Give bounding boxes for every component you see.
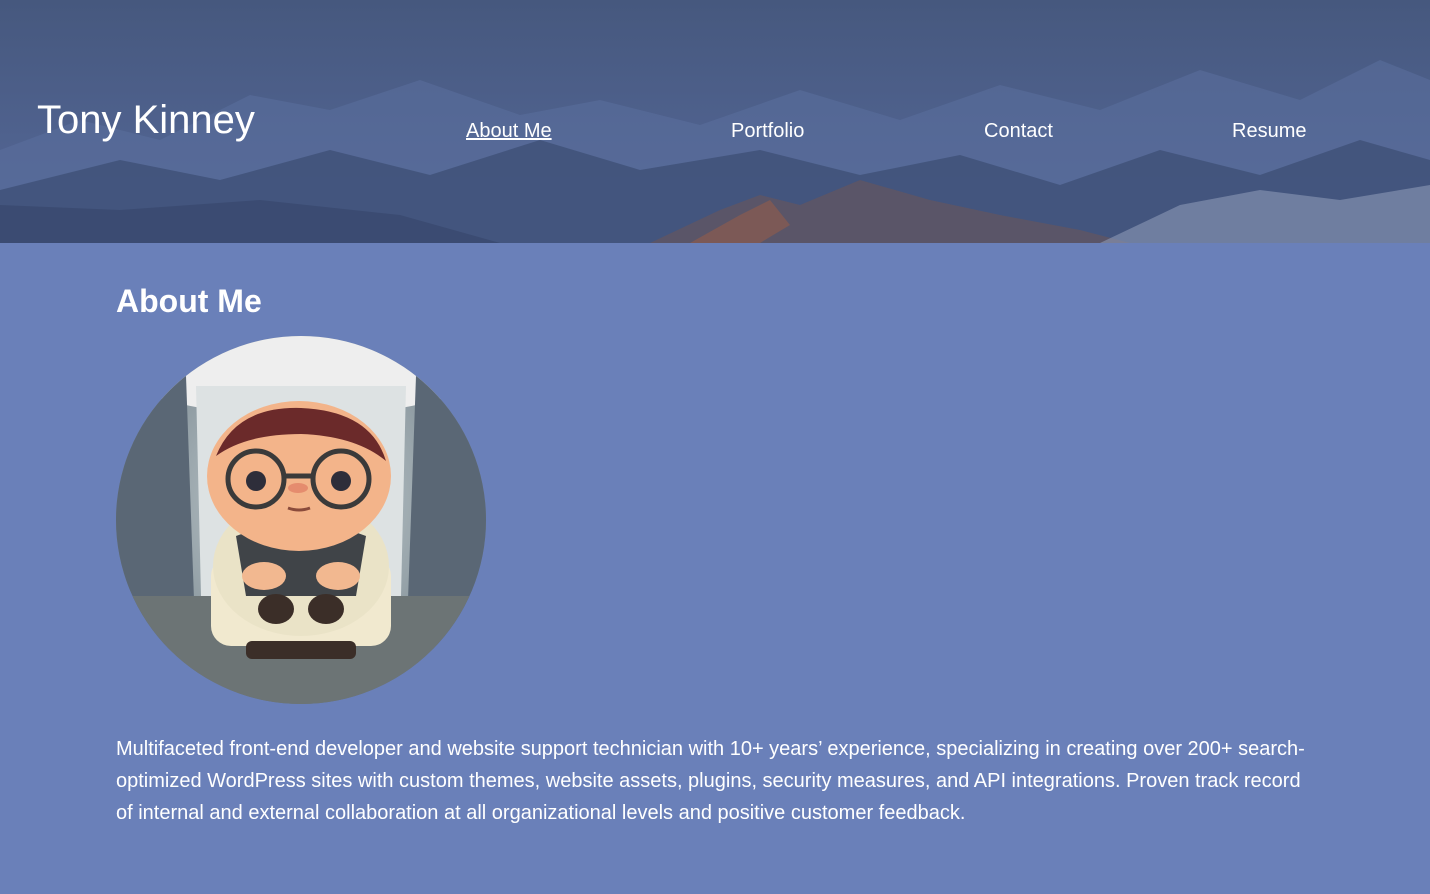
section-heading: About Me [116,283,262,319]
site-header: Tony Kinney About Me Portfolio Contact R… [0,0,1430,243]
nav-link-contact[interactable]: Contact [984,119,1053,143]
profile-avatar-image [116,336,486,704]
nav-link-resume[interactable]: Resume [1232,119,1306,143]
nav-link-about-me[interactable]: About Me [466,119,552,143]
site-title[interactable]: Tony Kinney [37,96,255,144]
nav-link-portfolio[interactable]: Portfolio [731,119,804,143]
bio-paragraph: Multifaceted front-end developer and web… [116,738,1305,824]
